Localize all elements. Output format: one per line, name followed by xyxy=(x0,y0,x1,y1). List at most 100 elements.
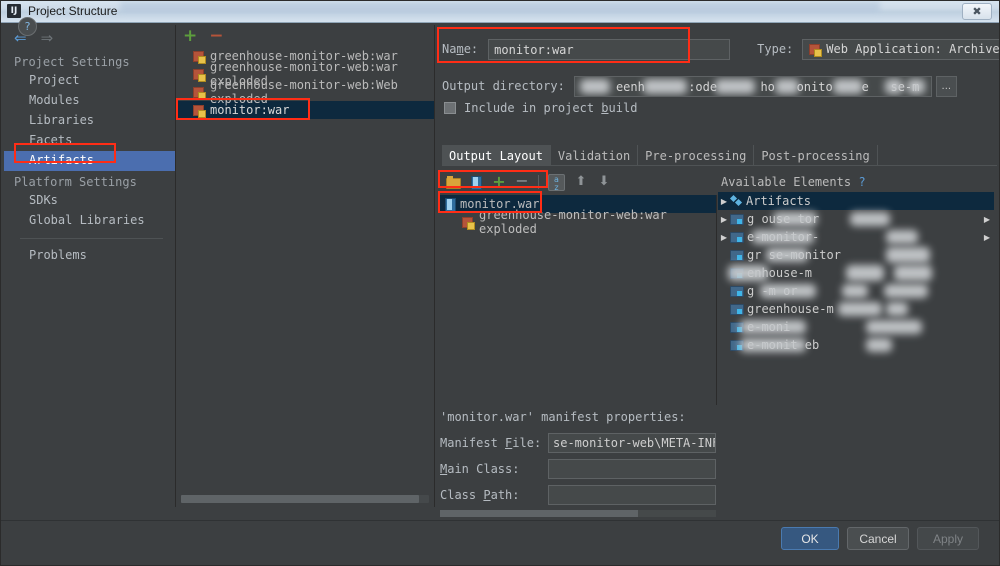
include-in-build-row[interactable]: Include in project build xyxy=(444,101,637,115)
add-directory-icon[interactable] xyxy=(446,175,461,189)
expand-arrow-icon[interactable]: ▶ xyxy=(718,197,730,206)
include-in-build-checkbox[interactable] xyxy=(444,102,456,114)
sidebar-item-modules[interactable]: Modules xyxy=(4,91,175,111)
sidebar-item-problems[interactable]: Problems xyxy=(4,246,175,266)
sidebar-divider xyxy=(20,238,163,239)
move-down-icon[interactable]: ⬇ xyxy=(597,175,611,189)
include-in-build-label: Include in project build xyxy=(464,101,638,115)
add-artifact-icon[interactable]: + xyxy=(183,27,197,45)
artifact-details-panel: Name: monitor:war Type: Web Application:… xyxy=(437,25,1000,538)
move-up-icon[interactable]: ⬆ xyxy=(574,175,588,189)
remove-artifact-icon[interactable]: − xyxy=(209,27,223,45)
available-element-label: greenhouse-m xyxy=(747,302,834,316)
toolbar-separator xyxy=(538,175,539,189)
output-directory-row: Output directory: eenh :ode ho onito e s… xyxy=(442,75,957,97)
available-element-row[interactable]: e-monit eb xyxy=(718,336,994,354)
sidebar-group-project-settings: Project Settings xyxy=(14,55,130,69)
main-class-input[interactable] xyxy=(548,459,716,479)
artifact-list-item[interactable]: greenhouse-monitor-web:Web exploded xyxy=(177,78,434,106)
output-layout-row-label: greenhouse-monitor-web:war exploded xyxy=(479,208,667,236)
name-label: Name: xyxy=(442,42,479,56)
tab-pre-processing[interactable]: Pre-processing xyxy=(638,145,755,165)
redaction-blur xyxy=(740,338,806,352)
available-element-row[interactable]: g -m or xyxy=(718,282,994,300)
redaction-blur xyxy=(884,284,928,298)
sidebar-group-platform-settings: Platform Settings xyxy=(14,175,137,189)
class-path-input[interactable] xyxy=(548,485,716,505)
redaction-blur xyxy=(740,320,806,334)
redaction-blur xyxy=(728,265,768,281)
output-directory-input[interactable]: eenh :ode ho onito e se-m ' xyxy=(573,75,932,97)
redaction-blur xyxy=(866,338,892,352)
available-elements-title: Available Elements xyxy=(721,175,852,189)
artifact-icon xyxy=(193,104,206,118)
sidebar-item-global-libraries[interactable]: Global Libraries xyxy=(4,211,175,231)
name-type-row: Name: monitor:war Type: Web Application:… xyxy=(442,37,1000,61)
artifact-type-select[interactable]: Web Application: Archive ▼ xyxy=(802,38,1000,60)
dialog-content: ⇐ ⇒ Project Settings Project Modules Lib… xyxy=(0,23,1000,538)
redaction-blur xyxy=(766,248,808,262)
output-layout-row-exploded[interactable]: greenhouse-monitor-web:war exploded xyxy=(440,208,716,236)
module-icon xyxy=(730,213,744,225)
sidebar-item-artifacts[interactable]: Artifacts xyxy=(4,151,175,171)
web-archive-icon xyxy=(809,43,823,57)
artifact-name-input[interactable]: monitor:war xyxy=(488,38,731,60)
help-icon[interactable]: ? xyxy=(18,17,37,36)
forward-arrow-icon[interactable]: ⇒ xyxy=(41,30,54,46)
manifest-file-input[interactable]: se-monitor-web\META-INF\ xyxy=(548,433,716,453)
artifact-icon xyxy=(193,50,206,64)
close-icon[interactable]: ✖ xyxy=(962,3,992,20)
expand-arrow-icon[interactable]: ▶ xyxy=(984,233,990,242)
tab-output-layout[interactable]: Output Layout xyxy=(442,145,551,165)
sidebar-item-project[interactable]: Project xyxy=(4,71,175,91)
module-icon xyxy=(730,285,744,297)
cancel-button[interactable]: Cancel xyxy=(847,527,909,550)
redaction-blur xyxy=(838,302,882,316)
window-titlebar: IJ Project Structure ✖ xyxy=(0,0,1000,23)
redaction-blur xyxy=(906,78,925,94)
available-element-row[interactable]: e-moni xyxy=(718,318,994,336)
remove-element-icon[interactable]: − xyxy=(515,173,529,189)
add-element-icon[interactable]: + xyxy=(492,174,506,190)
type-label: Type: xyxy=(757,42,794,56)
redaction-blur xyxy=(884,78,903,94)
help-icon[interactable]: ? xyxy=(859,175,865,189)
war-icon xyxy=(444,197,456,213)
available-element-row[interactable]: gr se-monitor xyxy=(718,246,994,264)
available-element-row[interactable]: greenhouse-m xyxy=(718,300,994,318)
redaction-blur xyxy=(850,212,890,226)
available-element-row[interactable]: enhouse-m xyxy=(718,264,994,282)
artifacts-horizontal-scrollbar[interactable] xyxy=(181,495,429,503)
output-layout-tree: monitor.war greenhouse-monitor-web:war e… xyxy=(440,195,717,405)
sidebar-item-facets[interactable]: Facets xyxy=(4,131,175,151)
module-icon xyxy=(730,231,744,243)
artifact-tabs: Output Layout Validation Pre-processing … xyxy=(442,145,878,165)
redaction-blur xyxy=(760,284,816,298)
tab-post-processing[interactable]: Post-processing xyxy=(754,145,878,165)
apply-button[interactable]: Apply xyxy=(917,527,979,550)
manifest-horizontal-scrollbar[interactable] xyxy=(440,510,716,517)
expand-arrow-icon[interactable]: ▶ xyxy=(984,215,990,224)
redaction-blur xyxy=(842,284,868,298)
manifest-title: 'monitor.war' manifest properties: xyxy=(440,410,686,424)
redaction-blur xyxy=(846,265,884,281)
available-element-row[interactable]: ▶ Artifacts xyxy=(718,192,994,210)
tabs-underline xyxy=(442,165,997,166)
available-element-row[interactable]: ▶ e-monitor- ▶ xyxy=(718,228,994,246)
redaction-blur xyxy=(752,230,814,244)
manifest-file-row: Manifest File: se-monitor-web\META-INF\ xyxy=(440,432,994,454)
redaction-blur xyxy=(866,320,922,334)
expand-arrow-icon[interactable]: ▶ xyxy=(718,233,730,242)
sidebar-item-libraries[interactable]: Libraries xyxy=(4,111,175,131)
available-elements-header: Available Elements ? xyxy=(718,172,994,192)
sidebar-item-sdks[interactable]: SDKs xyxy=(4,191,175,211)
ok-button[interactable]: OK xyxy=(781,527,839,550)
add-archive-icon[interactable] xyxy=(469,175,483,190)
tab-validation[interactable]: Validation xyxy=(551,145,639,165)
expand-arrow-icon[interactable]: ▶ xyxy=(718,215,730,224)
output-directory-browse-button[interactable]: ... xyxy=(935,75,957,97)
output-directory-label: Output directory: xyxy=(442,79,565,93)
available-element-row[interactable]: ▶ g ouse tor ▶ xyxy=(718,210,994,228)
sort-az-icon[interactable]: a z xyxy=(548,173,565,191)
artifact-icon xyxy=(193,86,206,100)
